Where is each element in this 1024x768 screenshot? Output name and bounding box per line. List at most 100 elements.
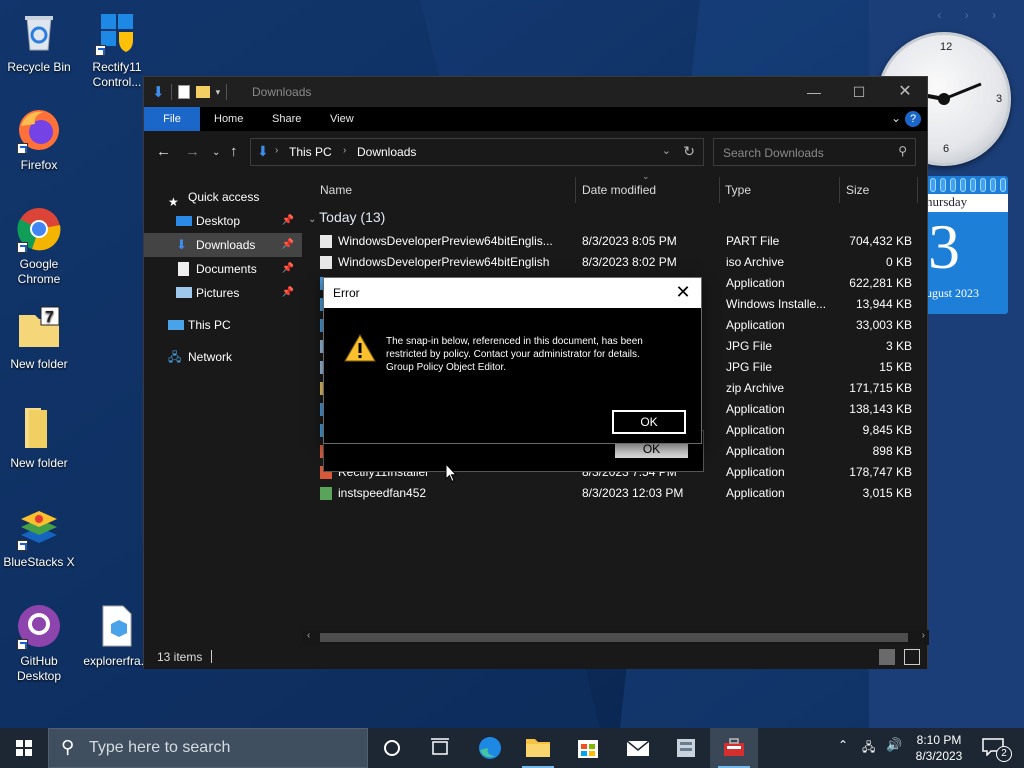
gadget-nav-arrows[interactable]: ‹ › › <box>937 8 1006 22</box>
start-button[interactable] <box>0 728 48 768</box>
nav-quick-access[interactable]: ★ Quick access <box>144 185 302 209</box>
taskbar-search-input[interactable]: ⚲ Type here to search <box>48 728 368 768</box>
recycle-bin-icon <box>15 8 63 56</box>
tab-home[interactable]: Home <box>200 107 257 131</box>
table-row[interactable]: WindowsDeveloperPreview64bitEnglish 8/3/2… <box>316 252 916 273</box>
cell-size: 0 KB <box>885 255 912 269</box>
taskbar-app-1[interactable] <box>662 728 710 768</box>
new-folder-icon[interactable] <box>195 86 210 98</box>
desktop-icon-google-chrome[interactable]: Google Chrome <box>0 205 78 287</box>
nav-downloads[interactable]: ⬇ Downloads 📌 <box>144 233 302 257</box>
cell-size: 15 KB <box>879 360 912 374</box>
cell-name: WindowsDeveloperPreview64bitEnglis... <box>338 234 553 248</box>
desktop-icon-new-folder-2[interactable]: New folder <box>0 404 78 471</box>
title-bar[interactable]: ⬇ ▾ Downloads — ☐ ✕ <box>144 77 927 107</box>
address-input[interactable]: ⬇ › This PC › Downloads ⌄ ↻ <box>250 138 704 166</box>
scroll-left-icon[interactable]: ‹ <box>307 630 310 641</box>
nav-this-pc[interactable]: This PC <box>144 313 302 337</box>
pin-icon: 📌 <box>281 215 294 226</box>
calendar-month: ugust 2023 <box>926 286 980 300</box>
close-icon[interactable]: ✕ <box>673 282 693 302</box>
scrollbar-thumb[interactable] <box>320 633 908 642</box>
properties-icon[interactable] <box>177 85 190 99</box>
search-input[interactable]: Search Downloads ⚲ <box>713 138 916 166</box>
help-icon[interactable]: ? <box>905 111 921 127</box>
scroll-right-icon[interactable]: › <box>922 630 925 641</box>
breadcrumb-this-pc[interactable]: This PC <box>289 145 332 159</box>
taskbar-app-2-active[interactable] <box>710 728 758 768</box>
taskbar-clock[interactable]: 8:10 PM 8/3/2023 <box>906 732 972 764</box>
desktop-icon-recycle-bin[interactable]: Recycle Bin <box>0 8 78 75</box>
cell-size: 9,845 KB <box>862 423 912 437</box>
folder-icon <box>15 404 63 452</box>
chevron-down-icon[interactable]: ⌄ <box>662 144 671 157</box>
taskbar-edge[interactable] <box>466 728 514 768</box>
desktop-icon <box>176 216 192 226</box>
error-dialog[interactable]: Error ✕ The snap-in below, referenced in… <box>323 277 702 444</box>
close-button[interactable]: ✕ <box>882 77 928 107</box>
refresh-icon[interactable]: ↻ <box>683 143 695 160</box>
dialog-title: Error <box>333 286 360 300</box>
cortana-button[interactable] <box>368 728 416 768</box>
task-view-button[interactable] <box>416 728 464 768</box>
desktop-icon-new-folder-1[interactable]: 7 New folder <box>0 305 78 372</box>
dialog-message-line: restricted by policy. Contact your admin… <box>386 349 640 360</box>
firefox-icon <box>15 106 63 154</box>
column-header-type[interactable]: Type <box>725 177 751 203</box>
shortcut-arrow-icon <box>95 45 106 56</box>
column-header-size[interactable]: Size <box>846 177 869 203</box>
folder-icon <box>526 739 550 757</box>
network-tray-icon[interactable]: 🖧 <box>862 738 875 759</box>
cell-type: Application <box>726 402 785 416</box>
group-header[interactable]: ⌄ Today (13) <box>308 209 385 225</box>
details-view-icon[interactable] <box>879 649 895 665</box>
forward-arrow-icon[interactable]: → <box>185 143 200 160</box>
cell-size: 3,015 KB <box>862 486 912 500</box>
dialog-title-bar[interactable]: Error ✕ <box>324 278 701 308</box>
tab-view[interactable]: View <box>316 107 368 131</box>
minimize-button[interactable]: — <box>791 77 837 107</box>
show-hidden-icons[interactable]: ⌃ <box>838 738 848 752</box>
nav-pictures[interactable]: Pictures 📌 <box>144 281 302 305</box>
table-row[interactable]: instspeedfan452 8/3/2023 12:03 PM Applicat… <box>316 483 916 504</box>
horizontal-scrollbar[interactable]: ‹ › <box>302 630 929 645</box>
recent-locations-icon[interactable]: ⌄ <box>212 147 220 158</box>
cell-size: 704,432 KB <box>849 234 912 248</box>
tab-file[interactable]: File <box>144 107 200 131</box>
ribbon-expand-icon[interactable]: ⌄ <box>891 111 901 125</box>
qat-dropdown-icon[interactable]: ▾ <box>216 87 221 98</box>
column-header-name[interactable]: Name <box>320 177 352 203</box>
calendar-rings <box>930 178 1006 192</box>
nav-documents[interactable]: Documents 📌 <box>144 257 302 281</box>
taskbar-file-explorer[interactable] <box>514 728 562 768</box>
desktop-icon-github-desktop[interactable]: GitHub Desktop <box>0 602 78 684</box>
back-arrow-icon[interactable]: ← <box>156 143 171 160</box>
status-bar: 13 items <box>144 645 927 669</box>
breadcrumb-downloads[interactable]: Downloads <box>357 145 416 159</box>
nav-network[interactable]: 🖧 Network <box>144 345 302 369</box>
cell-type: Windows Installe... <box>726 297 827 311</box>
cell-size: 13,944 KB <box>855 297 912 311</box>
ok-button[interactable]: OK <box>611 409 687 435</box>
desktop-icon-firefox[interactable]: Firefox <box>0 106 78 173</box>
cell-size: 622,281 KB <box>849 276 912 290</box>
taskbar-mail[interactable] <box>614 728 662 768</box>
dialog-message-line: The snap-in below, referenced in this do… <box>386 336 643 347</box>
nav-desktop[interactable]: Desktop 📌 <box>144 209 302 233</box>
volume-icon[interactable]: 🔊 <box>886 737 902 753</box>
desktop-icon-bluestacks-x[interactable]: BlueStacks X <box>0 503 78 570</box>
star-icon: ★ <box>168 195 179 209</box>
table-row[interactable]: WindowsDeveloperPreview64bitEnglis... 8/3… <box>316 231 916 252</box>
taskbar-search-placeholder: Type here to search <box>89 739 231 756</box>
up-arrow-icon[interactable]: ↑ <box>230 143 238 160</box>
tab-share[interactable]: Share <box>258 107 315 131</box>
computer-icon <box>168 320 184 330</box>
github-icon <box>15 602 63 650</box>
large-icons-view-icon[interactable] <box>904 649 920 665</box>
taskbar-time: 8:10 PM <box>916 733 962 747</box>
maximize-button[interactable]: ☐ <box>836 77 882 107</box>
taskbar-store[interactable] <box>564 728 612 768</box>
item-count: 13 items <box>157 650 203 664</box>
notifications-button[interactable]: 2 <box>982 738 1012 762</box>
calendar-gadget[interactable]: hursday 3 ugust 2023 <box>926 176 1008 314</box>
